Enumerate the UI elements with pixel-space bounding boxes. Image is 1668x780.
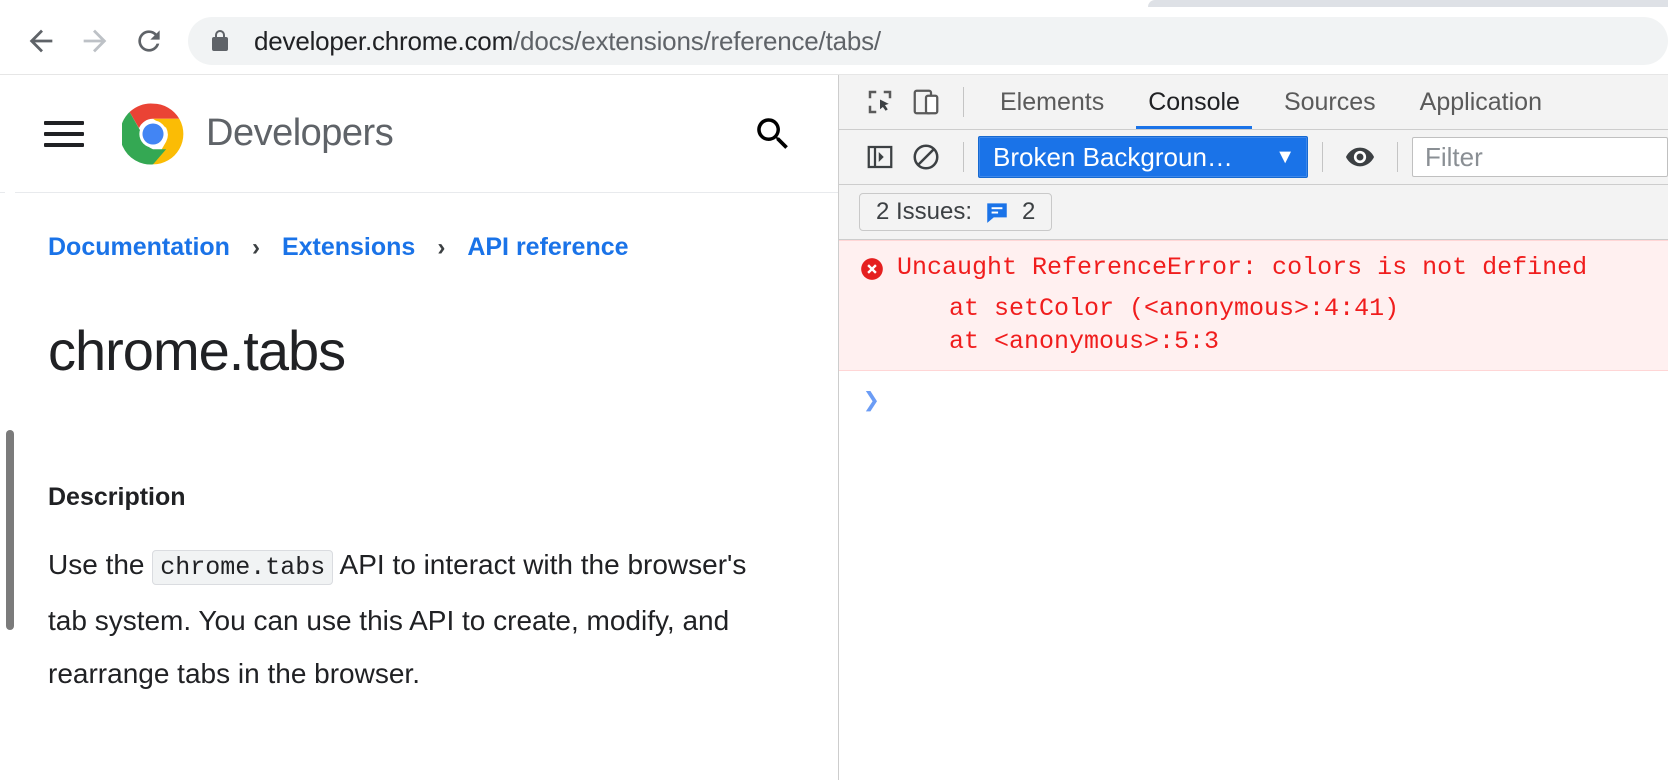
arrow-right-icon: [83, 29, 107, 53]
console-toolbar: Broken Backgroun… ▼: [839, 130, 1668, 185]
breadcrumb-item-api-reference[interactable]: API reference: [467, 233, 628, 262]
devtools-tab-list: Elements Console Sources Application: [978, 75, 1564, 129]
hamburger-bar: [44, 142, 84, 147]
clear-console-button[interactable]: [903, 134, 949, 180]
browser-toolbar: developer.chrome.com/docs/extensions/ref…: [0, 8, 1668, 75]
description-heading: Description: [48, 483, 186, 511]
toolbar-divider: [963, 142, 964, 172]
brand-text: Developers: [206, 112, 394, 154]
tab-strip-remnant: [1148, 0, 1668, 7]
issues-chip[interactable]: 2 Issues: 2: [859, 193, 1053, 231]
console-error-stack-line-1: at setColor (<anonymous>:4:41): [949, 294, 1400, 323]
console-sidebar-icon: [867, 145, 893, 169]
address-bar[interactable]: developer.chrome.com/docs/extensions/ref…: [188, 17, 1668, 65]
console-error-stack-line-2: at <anonymous>:5:3: [949, 327, 1220, 356]
breadcrumb: Documentation › Extensions › API referen…: [48, 233, 790, 262]
prompt-caret-icon: ❯: [863, 387, 880, 418]
issues-label: 2 Issues:: [876, 198, 973, 225]
tab-elements[interactable]: Elements: [978, 75, 1126, 129]
back-button[interactable]: [14, 14, 68, 68]
breadcrumb-item-documentation[interactable]: Documentation: [48, 233, 230, 262]
error-circle-icon: [859, 256, 885, 292]
device-toolbar-icon: [913, 89, 939, 115]
console-error-message: Uncaught ReferenceError: colors is not d…: [897, 253, 1588, 282]
hamburger-bar: [44, 131, 84, 136]
screenshot-root: developer.chrome.com/docs/extensions/ref…: [0, 0, 1668, 780]
search-button[interactable]: [748, 109, 798, 159]
clear-console-icon: [913, 144, 939, 170]
site-header: Developers: [0, 75, 838, 193]
web-page: Developers Documentation › Extensions › …: [0, 75, 838, 780]
hamburger-menu-icon[interactable]: [44, 114, 84, 154]
scrollbar-thumb[interactable]: [6, 430, 14, 630]
brand-link[interactable]: Developers: [122, 103, 394, 165]
page-body: Documentation › Extensions › API referen…: [0, 233, 838, 700]
tab-application[interactable]: Application: [1398, 75, 1564, 129]
inspect-element-icon: [868, 90, 892, 114]
console-output: Uncaught ReferenceError: colors is not d…: [839, 240, 1668, 780]
inline-code-chrome-tabs: chrome.tabs: [152, 550, 334, 585]
console-filter-input[interactable]: [1412, 137, 1668, 177]
devtools-panel: Elements Console Sources Application Bro…: [838, 75, 1668, 780]
description-paragraph: Use the chrome.tabs API to interact with…: [48, 538, 788, 700]
url-path: /docs/extensions/reference/tabs/: [513, 25, 881, 56]
reload-button[interactable]: [122, 14, 176, 68]
toolbar-divider: [963, 87, 964, 117]
arrow-left-icon: [29, 29, 53, 53]
inspect-element-button[interactable]: [857, 79, 903, 125]
lock-icon: [208, 29, 232, 53]
forward-button[interactable]: [68, 14, 122, 68]
console-error-message-row: Uncaught ReferenceError: colors is not d…: [839, 251, 1668, 292]
search-icon: [757, 118, 788, 149]
console-error-entry[interactable]: Uncaught ReferenceError: colors is not d…: [839, 240, 1668, 371]
tab-console[interactable]: Console: [1126, 75, 1262, 129]
execution-context-value: Broken Backgroun…: [993, 141, 1233, 172]
tab-sources[interactable]: Sources: [1262, 75, 1398, 129]
breadcrumb-separator-icon: ›: [251, 233, 260, 261]
breadcrumb-separator-icon: ›: [437, 233, 446, 261]
url-host: developer.chrome.com: [254, 25, 514, 56]
live-expression-button[interactable]: [1337, 134, 1383, 180]
execution-context-selector[interactable]: Broken Backgroun… ▼: [978, 136, 1308, 178]
console-prompt[interactable]: ❯: [839, 371, 1668, 418]
issue-message-icon: [987, 203, 1007, 223]
reload-icon: [138, 30, 160, 52]
url-text: developer.chrome.com/docs/extensions/ref…: [254, 26, 881, 57]
eye-icon: [1346, 147, 1374, 167]
description-text-before: Use the: [48, 549, 145, 580]
console-sidebar-button[interactable]: [857, 134, 903, 180]
page-title: chrome.tabs: [48, 319, 346, 382]
tab-strip: [0, 0, 1668, 8]
issues-count: 2: [1022, 198, 1036, 225]
toolbar-divider: [1322, 142, 1323, 172]
chevron-down-icon: ▼: [1275, 145, 1295, 168]
page-scrollbar[interactable]: [5, 75, 15, 780]
hamburger-bar: [44, 120, 84, 125]
device-toolbar-button[interactable]: [903, 79, 949, 125]
breadcrumb-item-extensions[interactable]: Extensions: [282, 233, 415, 262]
toolbar-divider: [1397, 142, 1398, 172]
devtools-tabbar: Elements Console Sources Application: [839, 75, 1668, 130]
chrome-logo-icon: [122, 103, 184, 164]
issues-bar: 2 Issues: 2: [839, 185, 1668, 240]
